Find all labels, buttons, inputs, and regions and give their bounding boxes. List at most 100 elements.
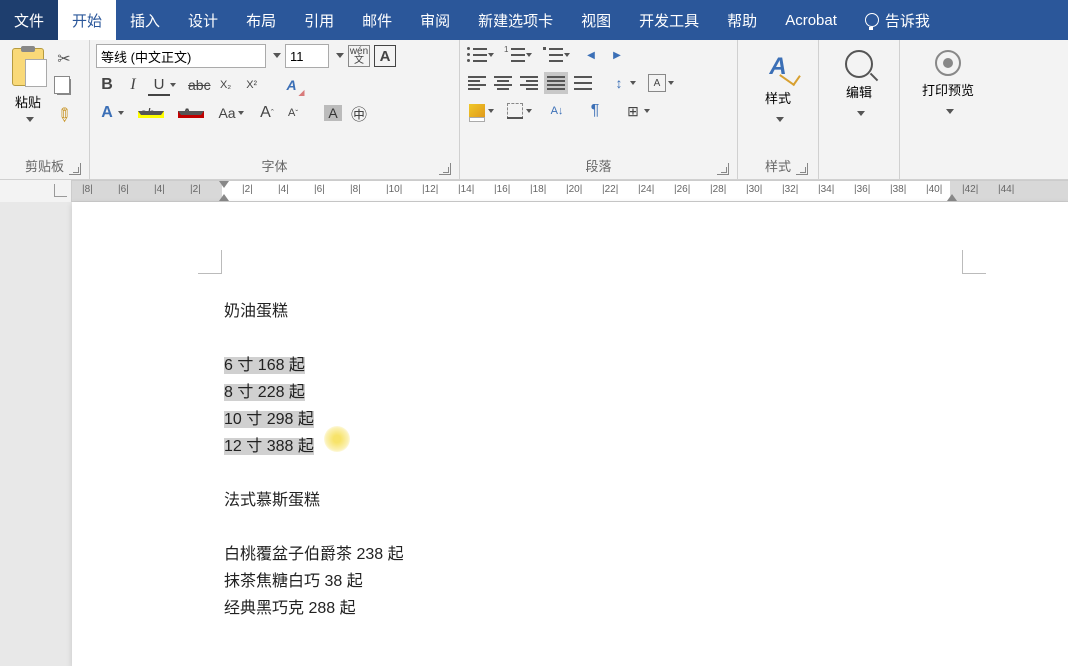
- copy-button[interactable]: [54, 78, 74, 96]
- text-line[interactable]: 10 寸 298 起: [224, 406, 404, 433]
- edit-label: 编辑: [846, 82, 872, 101]
- tell-me[interactable]: 告诉我: [851, 0, 944, 40]
- fill-icon: [469, 104, 485, 118]
- group-paragraph: A 段落: [460, 40, 738, 179]
- bullets-button[interactable]: [466, 44, 488, 66]
- align-left-button[interactable]: [466, 72, 488, 94]
- italic-button[interactable]: I: [122, 74, 144, 96]
- group-styles-label: 样式: [765, 156, 791, 175]
- change-case-button[interactable]: [216, 102, 238, 124]
- character-shading-button[interactable]: A: [322, 102, 344, 124]
- heading[interactable]: 法式慕斯蛋糕: [224, 487, 404, 514]
- group-clipboard: 粘贴 剪贴板: [0, 40, 90, 179]
- group-font-label: 字体: [261, 156, 287, 175]
- clear-formatting-button[interactable]: [281, 74, 303, 96]
- tab-developer[interactable]: 开发工具: [625, 0, 713, 40]
- font-dialog-launcher[interactable]: [439, 163, 451, 175]
- tab-insert[interactable]: 插入: [116, 0, 174, 40]
- horizontal-ruler[interactable]: |8||6||4||2||2||4||6||8||10||12||14||16|…: [72, 180, 1068, 202]
- chevron-down-icon: [854, 105, 865, 123]
- font-name-combo[interactable]: [96, 44, 266, 68]
- styles-label: 样式: [765, 88, 791, 107]
- tab-file[interactable]: 文件: [0, 0, 58, 40]
- text-effects-button[interactable]: A: [96, 102, 118, 124]
- tab-view[interactable]: 视图: [567, 0, 625, 40]
- styles-icon: A: [761, 50, 795, 84]
- paste-label: 粘贴: [15, 92, 41, 111]
- tab-newtab[interactable]: 新建选项卡: [464, 0, 567, 40]
- tab-mail[interactable]: 邮件: [348, 0, 406, 40]
- sort-button[interactable]: [546, 100, 568, 122]
- align-right-button[interactable]: [518, 72, 540, 94]
- tab-home[interactable]: 开始: [58, 0, 116, 40]
- decrease-indent-button[interactable]: [580, 44, 602, 66]
- ruler-corner[interactable]: [0, 180, 72, 202]
- chevron-down-icon: [943, 103, 954, 121]
- bold-button[interactable]: B: [96, 74, 118, 96]
- numbering-button[interactable]: [504, 44, 526, 66]
- document-area: 奶油蛋糕 6 寸 168 起 8 寸 228 起 10 寸 298 起 12 寸…: [0, 202, 1068, 666]
- group-styles: A 样式 样式: [738, 40, 819, 179]
- group-font: wén文 A B I U abc X X A ab A: [90, 40, 460, 179]
- snap-to-grid-button[interactable]: [622, 100, 644, 122]
- page[interactable]: 奶油蛋糕 6 寸 168 起 8 寸 228 起 10 寸 298 起 12 寸…: [72, 202, 1068, 666]
- tab-layout[interactable]: 布局: [232, 0, 290, 40]
- text-line[interactable]: 白桃覆盆子伯爵茶 238 起: [224, 541, 404, 568]
- clipboard-dialog-launcher[interactable]: [69, 163, 81, 175]
- hanging-indent-marker[interactable]: [219, 193, 229, 201]
- subscript-button[interactable]: X: [215, 74, 237, 96]
- align-center-button[interactable]: [492, 72, 514, 94]
- highlight-button[interactable]: ab: [136, 102, 158, 124]
- underline-button[interactable]: U: [148, 74, 170, 96]
- tab-review[interactable]: 审阅: [406, 0, 464, 40]
- tab-acrobat[interactable]: Acrobat: [771, 0, 851, 40]
- strikethrough-button[interactable]: abc: [188, 74, 211, 96]
- paragraph-dialog-launcher[interactable]: [717, 163, 729, 175]
- paste-button[interactable]: 粘贴: [6, 44, 50, 129]
- text-line[interactable]: 6 寸 168 起: [224, 352, 404, 379]
- phonetic-guide-button[interactable]: wén文: [348, 45, 370, 67]
- character-border-button[interactable]: A: [374, 45, 396, 67]
- edit-button[interactable]: 编辑: [827, 50, 891, 123]
- align-distributed-button[interactable]: [572, 72, 594, 94]
- multilevel-list-button[interactable]: [542, 44, 564, 66]
- font-size-combo[interactable]: [285, 44, 329, 68]
- text-line[interactable]: 8 寸 228 起: [224, 379, 404, 406]
- bulb-icon: [865, 13, 879, 27]
- tab-help[interactable]: 帮助: [713, 0, 771, 40]
- first-line-indent-marker[interactable]: [219, 181, 229, 189]
- borders-button[interactable]: [504, 100, 526, 122]
- paste-icon: [12, 48, 44, 86]
- grow-font-button[interactable]: Aˆ: [256, 102, 278, 124]
- show-paragraph-marks-button[interactable]: [584, 100, 606, 122]
- chevron-down-icon[interactable]: [270, 47, 281, 65]
- text-line[interactable]: 经典黑巧克 288 起: [224, 595, 404, 622]
- preview-label: 打印预览: [922, 80, 974, 99]
- right-indent-marker[interactable]: [947, 193, 957, 201]
- text-line[interactable]: 抹茶焦糖白巧 38 起: [224, 568, 404, 595]
- styles-dialog-launcher[interactable]: [796, 163, 808, 175]
- format-painter-button[interactable]: [54, 106, 74, 124]
- text-line[interactable]: 12 寸 388 起: [224, 433, 404, 460]
- tab-design[interactable]: 设计: [174, 0, 232, 40]
- enclose-characters-button[interactable]: [348, 102, 370, 124]
- tab-references[interactable]: 引用: [290, 0, 348, 40]
- print-preview-button[interactable]: 打印预览: [908, 50, 988, 121]
- text-direction-icon: A: [648, 74, 666, 92]
- line-spacing-button[interactable]: [608, 72, 630, 94]
- shrink-font-button[interactable]: Aˇ: [282, 102, 304, 124]
- cut-button[interactable]: [54, 50, 74, 68]
- document-content[interactable]: 奶油蛋糕 6 寸 168 起 8 寸 228 起 10 寸 298 起 12 寸…: [224, 298, 404, 622]
- preview-icon: [935, 50, 961, 76]
- ribbon: 粘贴 剪贴板 wén文 A B I U: [0, 40, 1068, 180]
- styles-button[interactable]: A 样式: [746, 50, 810, 129]
- font-color-button[interactable]: A: [176, 102, 198, 124]
- shading-button[interactable]: [466, 100, 488, 122]
- chevron-down-icon[interactable]: [333, 47, 344, 65]
- heading[interactable]: 奶油蛋糕: [224, 298, 404, 325]
- group-paragraph-label: 段落: [585, 156, 611, 175]
- superscript-button[interactable]: X: [241, 74, 263, 96]
- text-direction-button[interactable]: A: [646, 72, 668, 94]
- increase-indent-button[interactable]: [606, 44, 628, 66]
- align-justify-button[interactable]: [544, 72, 568, 94]
